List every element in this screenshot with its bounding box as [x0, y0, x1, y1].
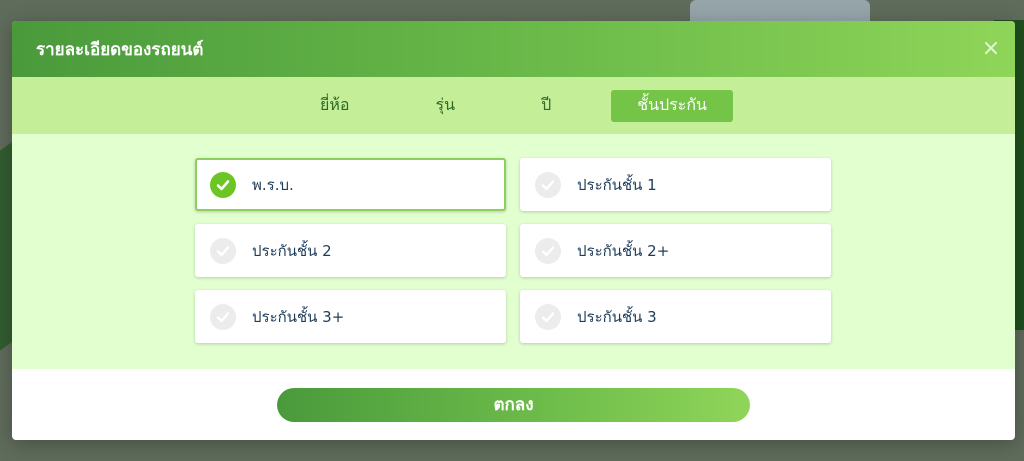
tab-insurance-class[interactable]: ชั้นประกัน [611, 89, 733, 122]
tab-year[interactable]: ปี [515, 90, 577, 122]
option-label: ประกันชั้น 3 [577, 307, 657, 326]
option-class-1[interactable]: ประกันชั้น 1 [520, 158, 831, 211]
options-area: พ.ร.บ. ประกันชั้น 1 ประกันชั้น 2 ประกันช… [12, 134, 1015, 369]
modal-footer: ตกลง [12, 369, 1015, 440]
option-label: ประกันชั้น 1 [577, 175, 657, 194]
option-label: ประกันชั้น 2 [252, 241, 332, 260]
insurance-options: พ.ร.บ. ประกันชั้น 1 ประกันชั้น 2 ประกันช… [195, 158, 831, 343]
check-icon [210, 303, 236, 330]
check-icon [535, 171, 561, 198]
tab-bar: ยี่ห้อ รุ่น ปี ชั้นประกัน [12, 77, 1015, 134]
option-compulsory[interactable]: พ.ร.บ. [195, 158, 506, 211]
option-label: ประกันชั้น 2+ [577, 241, 670, 260]
option-label: พ.ร.บ. [252, 175, 294, 194]
check-icon [210, 171, 236, 198]
close-icon[interactable]: × [979, 38, 1003, 60]
check-icon [210, 237, 236, 264]
check-icon [535, 237, 561, 264]
option-class-3-plus[interactable]: ประกันชั้น 3+ [195, 290, 506, 343]
modal-header: รายละเอียดของรถยนต์ × [12, 21, 1015, 77]
option-class-3[interactable]: ประกันชั้น 3 [520, 290, 831, 343]
option-class-2-plus[interactable]: ประกันชั้น 2+ [520, 224, 831, 277]
option-label: ประกันชั้น 3+ [252, 307, 345, 326]
tab-brand[interactable]: ยี่ห้อ [294, 90, 376, 122]
option-class-2[interactable]: ประกันชั้น 2 [195, 224, 506, 277]
check-icon [535, 303, 561, 330]
car-details-modal: รายละเอียดของรถยนต์ × ยี่ห้อ รุ่น ปี ชั้… [12, 21, 1015, 440]
confirm-button[interactable]: ตกลง [277, 387, 750, 422]
tab-model[interactable]: รุ่น [410, 90, 482, 122]
modal-title: รายละเอียดของรถยนต์ [36, 39, 204, 60]
